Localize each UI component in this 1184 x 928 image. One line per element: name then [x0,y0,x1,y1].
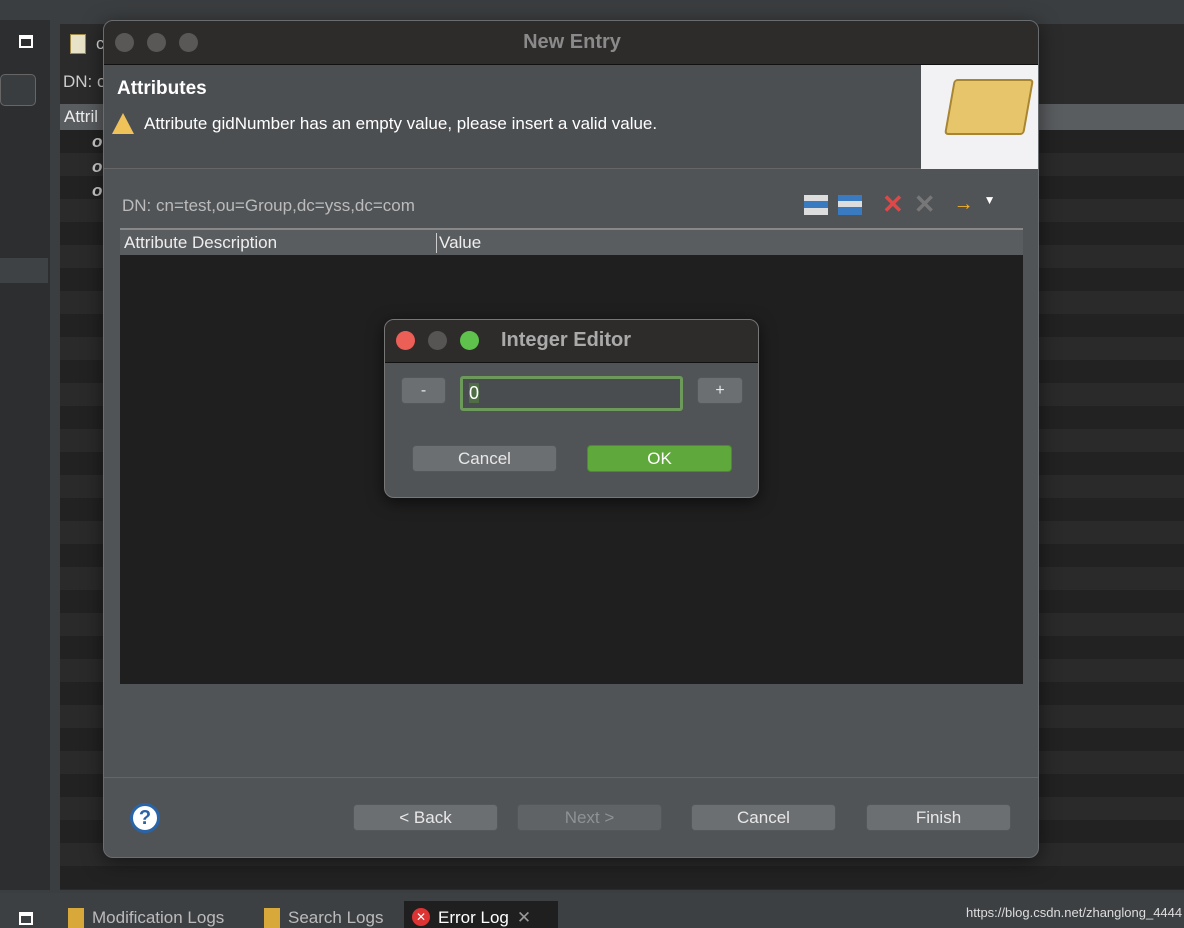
delete-icon[interactable]: ✕ [882,189,904,220]
column-attribute-description[interactable]: Attribute Description [124,233,277,253]
toolbar: ✕ ✕ → ▼ [804,189,995,220]
warning-message: Attribute gidNumber has an empty value, … [144,114,658,133]
close-tab-icon[interactable]: ✕ [517,908,531,928]
editor-row-value: o [92,132,103,151]
tab-search-logs[interactable]: Search Logs [264,908,383,928]
finish-button[interactable]: Finish [866,804,1011,831]
new-attribute-icon[interactable] [804,194,828,215]
left-panel-tool-button[interactable] [0,74,36,106]
decrement-button[interactable]: - [401,377,446,404]
integer-value-input[interactable]: 0 [460,376,683,411]
watermark: https://blog.csdn.net/zhanglong_4444 [966,905,1183,920]
left-panel [0,20,50,890]
log-icon [68,908,84,928]
integer-editor-title: Integer Editor [501,329,632,351]
editor-tab-icon [70,34,86,54]
integer-editor-dialog: Integer Editor - 0 + Cancel OK [384,319,759,498]
close-button[interactable] [396,331,415,350]
bottom-maximize-icon[interactable] [19,912,33,925]
menu-dropdown-icon[interactable]: ▼ [984,193,996,207]
minimize-button[interactable] [428,331,447,350]
next-button[interactable]: Next > [517,804,662,831]
increment-button[interactable]: + [697,377,743,404]
left-panel-maximize-icon[interactable] [19,35,33,48]
button-bar-separator [104,777,1038,778]
header-title: Attributes [117,78,207,99]
dn-label: DN: cn=test,ou=Group,dc=yss,dc=com [122,196,415,215]
editor-dn-label: DN: c [63,72,106,91]
ok-button[interactable]: OK [587,445,732,472]
warning-icon [112,113,134,134]
left-panel-selected-row [0,258,48,283]
zoom-button[interactable] [460,331,479,350]
new-value-icon[interactable] [838,194,862,215]
folder-image [921,65,1038,169]
tab-error-log[interactable]: ✕ Error Log ✕ [404,901,558,928]
back-button[interactable]: < Back [353,804,498,831]
delete-all-icon[interactable]: ✕ [914,189,936,220]
cancel-button[interactable]: Cancel [412,445,557,472]
dialog-title: New Entry [523,31,621,53]
editor-row-value: o [92,157,103,176]
tab-modification-logs[interactable]: Modification Logs [68,908,224,928]
error-icon: ✕ [412,908,430,926]
editor-row-value: o [92,181,103,200]
help-button[interactable]: ? [130,803,160,833]
editor-table-header-label: Attril [64,107,98,126]
column-value[interactable]: Value [436,233,481,253]
log-icon [264,908,280,928]
table-header: Attribute Description Value [120,230,1023,255]
forward-icon[interactable]: → [954,193,974,216]
cancel-button[interactable]: Cancel [691,804,836,831]
